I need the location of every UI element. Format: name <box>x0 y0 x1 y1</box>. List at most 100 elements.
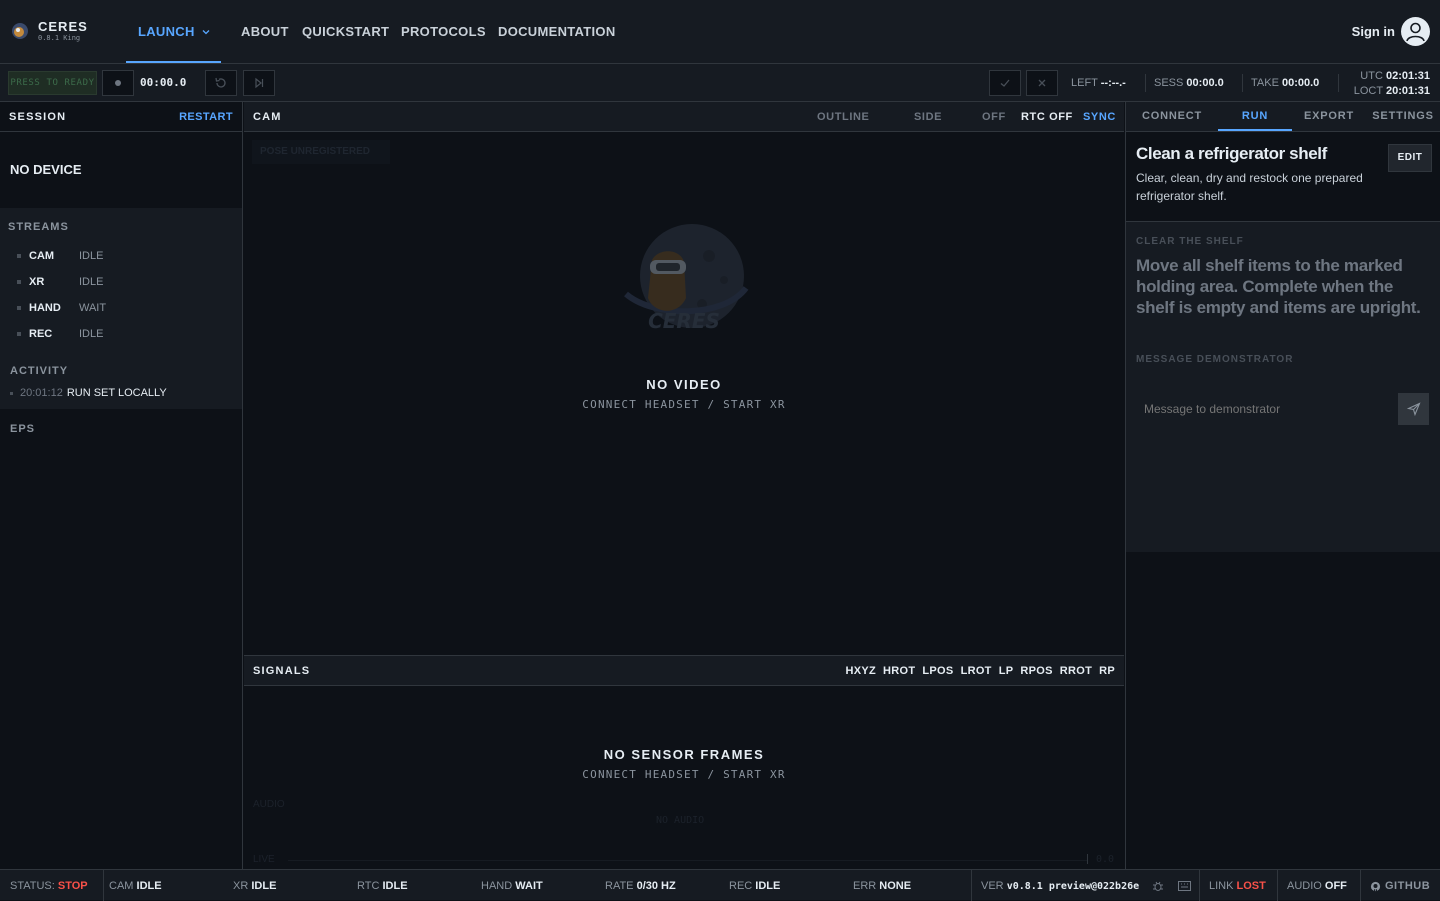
err-status: ERR NONE <box>853 880 912 892</box>
camera-header: CAM OUTLINE SIDE OFF RTC OFF SYNC <box>244 102 1124 132</box>
task-description: Clear, clean, dry and restock one prepar… <box>1136 171 1363 203</box>
message-label: MESSAGE DEMONSTRATOR <box>1136 354 1294 365</box>
step-section: CLEAR THE SHELF Move all shelf items to … <box>1126 222 1440 552</box>
signals-header: SIGNALS HXYZ HROT LPOS LROT LP RPOS RROT… <box>244 656 1124 686</box>
right-tabs: CONNECT RUN EXPORT SETTINGS <box>1126 102 1440 132</box>
skip-button[interactable] <box>243 70 275 96</box>
signal-tag[interactable]: RP <box>1099 665 1115 677</box>
run-panel: CONNECT RUN EXPORT SETTINGS Clean a refr… <box>1125 102 1440 869</box>
nav-protocols[interactable]: PROTOCOLS <box>401 24 486 39</box>
activity-label: ACTIVITY <box>10 365 69 377</box>
restart-button[interactable]: RESTART <box>179 111 233 123</box>
accept-take-button[interactable] <box>989 70 1021 96</box>
hand-status: HAND WAIT <box>481 880 543 892</box>
timeline-end-value: 0.0 <box>1096 854 1115 865</box>
bug-icon[interactable] <box>1152 880 1164 892</box>
control-toolbar: PRESS TO READY 00:00.0 LEFT --:--.- SESS… <box>0 64 1440 102</box>
camera-title: CAM <box>253 110 282 123</box>
message-input[interactable] <box>1136 393 1398 425</box>
no-video-message: NO VIDEO <box>646 377 722 392</box>
ceres-logo-icon <box>12 23 28 39</box>
timeline-track[interactable] <box>288 860 1088 861</box>
no-audio-message: NO AUDIO <box>656 815 705 826</box>
message-row <box>1136 393 1429 425</box>
github-link[interactable]: GITHUB <box>1370 880 1430 892</box>
keyboard-icon[interactable] <box>1178 881 1191 891</box>
audio-status: AUDIO OFF <box>1287 880 1347 892</box>
tab-connect[interactable]: CONNECT <box>1126 102 1218 131</box>
take-time: TAKE 00:00.0 <box>1251 77 1320 89</box>
step-label: CLEAR THE SHELF <box>1136 236 1244 247</box>
ceres-mascot-logo: CERES <box>624 224 749 333</box>
signal-tag[interactable]: LP <box>999 665 1014 677</box>
signals-panel: SIGNALS HXYZ HROT LPOS LROT LP RPOS RROT… <box>244 655 1124 869</box>
session-time: SESS 00:00.0 <box>1154 77 1224 89</box>
github-icon <box>1370 881 1381 891</box>
check-icon <box>1000 79 1010 87</box>
streams-label: STREAMS <box>8 221 69 233</box>
activity-section: ACTIVITY 20:01:12 RUN SET LOCALLY <box>0 357 242 409</box>
rtc-toggle[interactable]: RTC OFF <box>1021 111 1073 123</box>
edit-task-button[interactable]: EDIT <box>1388 144 1432 172</box>
nav-launch[interactable]: LAUNCH <box>138 24 211 39</box>
no-sensor-message: NO SENSOR FRAMES <box>603 747 765 762</box>
link-status: LINK LOST <box>1209 880 1266 892</box>
session-panel: SESSION RESTART NO DEVICE STREAMS CAM IDL… <box>0 102 243 869</box>
signal-tag[interactable]: LPOS <box>922 665 953 677</box>
audio-label: AUDIO <box>253 799 285 810</box>
signal-tag[interactable]: RROT <box>1060 665 1092 677</box>
tab-run[interactable]: RUN <box>1218 102 1292 131</box>
xr-status: XR IDLE <box>233 880 277 892</box>
active-nav-underline <box>126 61 221 63</box>
nav-about[interactable]: ABOUT <box>241 24 289 39</box>
version-status: VER v0.8.1 preview@022b26e <box>981 880 1140 892</box>
signal-tags: HXYZ HROT LPOS LROT LP RPOS RROT RP <box>845 665 1115 677</box>
status-bar: STATUS: STOP CAM IDLE XR IDLE RTC IDLE H… <box>0 869 1440 901</box>
signal-tag[interactable]: HROT <box>883 665 915 677</box>
signals-title: SIGNALS <box>253 664 311 677</box>
rec-status: REC IDLE <box>729 880 781 892</box>
timeline-marker <box>1087 854 1088 864</box>
reject-take-button[interactable] <box>1026 70 1058 96</box>
tab-settings[interactable]: SETTINGS <box>1366 102 1440 131</box>
clock-readout: UTC 02:01:31 LOCT 20:01:31 <box>1353 70 1430 97</box>
sync-button[interactable]: SYNC <box>1083 111 1116 123</box>
task-card: Clean a refrigerator shelf Clear, clean,… <box>1126 132 1440 222</box>
activity-item: 20:01:12 RUN SET LOCALLY <box>10 387 232 399</box>
sign-in-link[interactable]: Sign in <box>1352 24 1395 39</box>
overlay-side-option[interactable]: SIDE <box>914 111 942 123</box>
overlay-off-option[interactable]: OFF <box>982 111 1006 123</box>
left-time: LEFT --:--.- <box>1071 77 1126 89</box>
stream-row: CAM IDLE <box>8 243 234 269</box>
take-timer: 00:00.0 <box>140 76 187 89</box>
reset-button[interactable] <box>205 70 237 96</box>
brand[interactable]: CERES 0.8.1 King <box>10 20 88 42</box>
stream-row: XR IDLE <box>8 269 234 295</box>
streams-section: STREAMS CAM IDLE XR IDLE HAND WAIT REC IDLE <box>0 208 242 357</box>
press-to-ready-button[interactable]: PRESS TO READY <box>8 71 97 95</box>
nav-launch-label: LAUNCH <box>138 24 195 39</box>
nav-quickstart[interactable]: QUICKSTART <box>302 24 389 39</box>
cam-status: CAM IDLE <box>109 880 162 892</box>
rate-status: RATE 0/30 HZ <box>605 880 676 892</box>
device-status: NO DEVICE <box>0 132 242 208</box>
signal-tag[interactable]: HXYZ <box>845 665 876 677</box>
session-title: SESSION <box>9 110 67 123</box>
signal-tag[interactable]: RPOS <box>1020 665 1052 677</box>
signals-hint: CONNECT HEADSET / START XR <box>582 768 786 781</box>
overlay-outline-option[interactable]: OUTLINE <box>817 111 869 123</box>
tab-export[interactable]: EXPORT <box>1292 102 1366 131</box>
eps-label: EPS <box>10 423 36 435</box>
avatar[interactable] <box>1401 17 1430 46</box>
brand-version: 0.8.1 King <box>38 34 81 42</box>
signal-tag[interactable]: LROT <box>961 665 992 677</box>
record-button[interactable] <box>102 70 134 96</box>
record-dot-icon <box>115 80 121 86</box>
stream-row: HAND WAIT <box>8 295 234 321</box>
user-icon <box>1406 22 1425 42</box>
undo-icon <box>215 77 226 88</box>
send-icon <box>1406 402 1421 416</box>
send-message-button[interactable] <box>1398 393 1429 425</box>
session-header: SESSION RESTART <box>0 102 242 132</box>
nav-documentation[interactable]: DOCUMENTATION <box>498 24 616 39</box>
